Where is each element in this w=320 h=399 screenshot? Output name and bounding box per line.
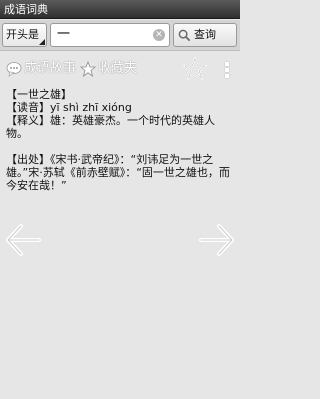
search-input[interactable]: 一 ✕ (50, 23, 170, 47)
idiom-pinyin: 【读音】yī shì zhī xióng (6, 101, 132, 114)
search-icon (178, 29, 191, 42)
idiom-story-label: 成语故事 (24, 61, 77, 76)
next-arrow-icon[interactable] (199, 222, 235, 258)
dropdown-corner-icon (39, 39, 45, 45)
add-favorite-star-icon[interactable] (183, 57, 207, 81)
clear-icon[interactable]: ✕ (153, 29, 165, 41)
idiom-source: 【出处】《宋书·武帝纪》：“刘讳足为一世之雄。”宋·苏轼《前赤壁赋》：“固一世之… (6, 153, 230, 192)
search-bar: 开头是 一 ✕ 查询 (0, 20, 240, 51)
idiom-detail: 【一世之雄】 【读音】yī shì zhī xióng 【释义】雄：英雄豪杰。一… (6, 88, 236, 192)
overflow-menu-icon[interactable] (221, 61, 233, 79)
favorites-label: 收藏夹 (98, 61, 138, 76)
previous-arrow-icon[interactable] (5, 222, 41, 258)
idiom-word: 【一世之雄】 (6, 88, 72, 101)
query-button[interactable]: 查询 (173, 23, 237, 47)
match-mode-label: 开头是 (6, 28, 39, 41)
app-title-bar: 成语词典 (0, 0, 240, 19)
app-title: 成语词典 (4, 3, 48, 16)
search-input-value: 一 (57, 27, 71, 42)
match-mode-select[interactable]: 开头是 (2, 23, 47, 47)
idiom-meaning: 【释义】雄：英雄豪杰。一个时代的英雄人物。 (6, 114, 215, 140)
speech-bubble-icon (6, 62, 22, 77)
star-icon (80, 61, 96, 77)
query-button-label: 查询 (194, 28, 216, 41)
